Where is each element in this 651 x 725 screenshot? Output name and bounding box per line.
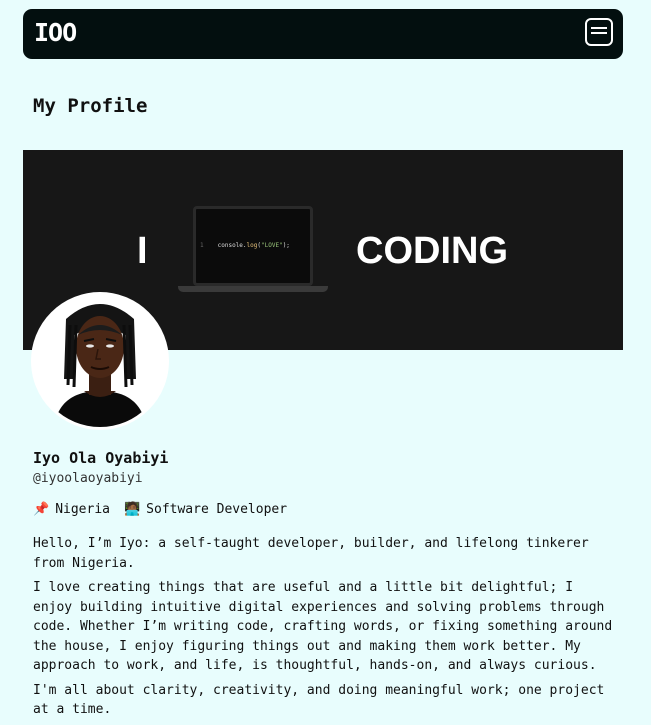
laptop-screen: 1 console.log("LOVE"); [193, 206, 313, 286]
banner-word-left: I [137, 230, 148, 272]
user-name: Iyo Ola Oyabiyi [33, 449, 169, 467]
bio-paragraph: I'm all about clarity, creativity, and d… [33, 682, 605, 718]
user-handle: @iyoolaoyabiyi [33, 471, 143, 486]
location: 📌 Nigeria [33, 501, 110, 518]
navbar: IOO [23, 9, 623, 59]
profile-meta: 📌 Nigeria 🧑🏾‍💻 Software Developer [33, 501, 287, 518]
laptop-illustration: 1 console.log("LOVE"); [178, 206, 328, 296]
page-title: My Profile [33, 95, 148, 117]
avatar [31, 292, 169, 430]
site-logo[interactable]: IOO [34, 17, 77, 49]
pin-icon: 📌 [33, 502, 50, 517]
bio-paragraph: I love creating things that are useful a… [33, 580, 613, 673]
banner-word-right: CODING [356, 230, 508, 272]
location-text: Nigeria [55, 502, 110, 517]
occupation-text: Software Developer [146, 502, 288, 517]
laptop-base [178, 286, 328, 292]
code-snippet: 1 console.log("LOVE"); [200, 242, 290, 249]
bio-paragraph: Hello, I’m Iyo: a self-taught developer,… [33, 536, 589, 571]
laptop-developer-icon: 🧑🏾‍💻 [123, 502, 141, 517]
occupation: 🧑🏾‍💻 Software Developer [124, 501, 287, 518]
menu-button[interactable] [585, 18, 613, 46]
bio: Hello, I’m Iyo: a self-taught developer,… [33, 534, 618, 725]
avatar-illustration [34, 295, 166, 427]
